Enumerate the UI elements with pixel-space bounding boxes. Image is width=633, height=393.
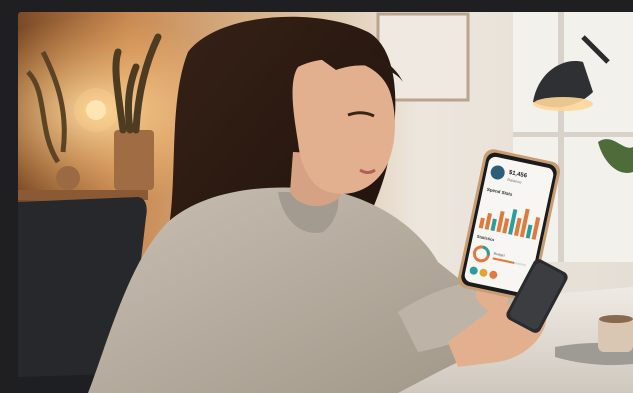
plant-pot: [114, 130, 154, 190]
photo-scene: $1,456 Balance Spend Stats Statistics Bu…: [18, 12, 633, 393]
screenshot-frame: $1,456 Balance Spend Stats Statistics Bu…: [0, 0, 633, 393]
face: [292, 59, 395, 194]
photo: $1,456 Balance Spend Stats Statistics Bu…: [18, 12, 633, 393]
